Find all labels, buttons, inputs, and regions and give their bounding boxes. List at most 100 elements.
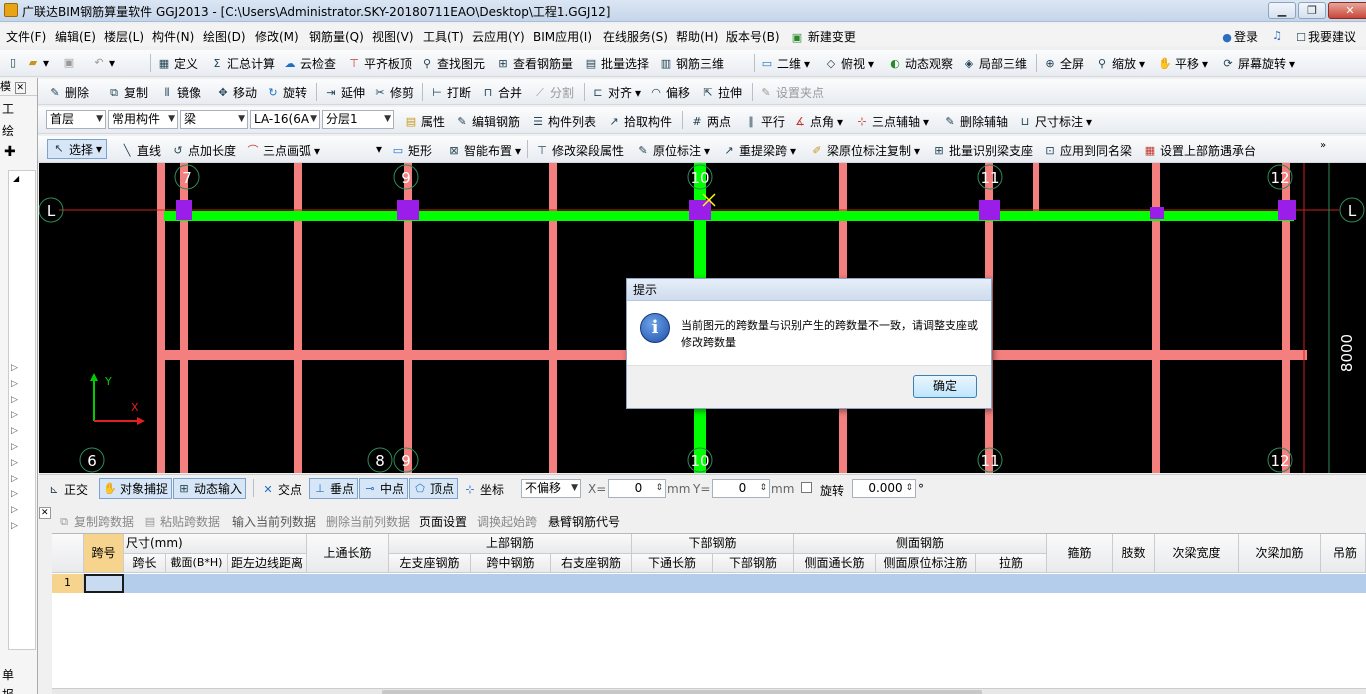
coord-toggle[interactable]: ⊹ 坐标 xyxy=(463,481,504,498)
selected-beam[interactable] xyxy=(164,211,1294,221)
dimension-dropdown[interactable]: ⊔ 尺寸标注 ▾ xyxy=(1018,113,1092,130)
column[interactable] xyxy=(176,200,192,220)
minimize-button[interactable]: ▁ xyxy=(1268,2,1296,19)
menu-file[interactable]: 文件(F) xyxy=(6,28,46,45)
rect-button[interactable]: ▭ 矩形 xyxy=(391,142,432,159)
menu-floor[interactable]: 楼层(L) xyxy=(104,28,144,45)
panel-tab-report[interactable]: 报 xyxy=(2,686,14,694)
split-button[interactable]: ⟋ 分割 xyxy=(533,84,574,101)
bell-icon[interactable]: ♫ xyxy=(1270,28,1284,43)
rebar-3d-button[interactable]: ▥ 钢筋三维 xyxy=(659,55,724,72)
col-top-through[interactable]: 上通长筋 xyxy=(307,534,389,573)
member-select[interactable]: LA-16(6A ▼ xyxy=(250,110,320,129)
expand-plus-icon[interactable]: ✚ xyxy=(4,144,16,160)
row-number[interactable]: 1 xyxy=(52,574,84,593)
rotate-button[interactable]: ↻ 旋转 xyxy=(266,84,307,101)
batch-identify-button[interactable]: ⊞ 批量识别梁支座 xyxy=(932,142,1033,159)
col-right-support[interactable]: 右支座钢筋 xyxy=(551,554,632,573)
col-stirrup[interactable]: 箍筋 xyxy=(1047,534,1113,573)
menu-bim[interactable]: BIM应用(I) xyxy=(533,28,592,45)
midpoint-toggle[interactable]: ⊸ 中点 xyxy=(359,478,409,499)
component-tree[interactable]: ◢ ▷ ▷ ▷ ▷ ▷ ▷ ▷ ▷ ▷ ▷ ▷ xyxy=(8,170,36,650)
cantilever-button[interactable]: 悬臂钢筋代号 xyxy=(548,513,620,530)
floor-select[interactable]: 首层 ▼ xyxy=(46,110,106,129)
x-coord-input[interactable]: 0 ⇕ xyxy=(608,479,666,498)
component-select[interactable]: 梁 ▼ xyxy=(180,110,248,129)
intersection-toggle[interactable]: ✕ 交点 xyxy=(261,481,302,498)
offset-button[interactable]: ◠ 偏移 xyxy=(649,84,690,101)
edit-rebar-button[interactable]: ✎ 编辑钢筋 xyxy=(455,113,520,130)
swap-start-button[interactable]: 调换起始跨 xyxy=(477,513,537,530)
open-icon[interactable]: ▰ ▾ xyxy=(26,56,49,70)
rotate-checkbox[interactable] xyxy=(801,482,812,493)
column[interactable] xyxy=(979,200,1000,220)
arc-dropdown[interactable]: ⌒ 三点画弧 ▾ xyxy=(246,142,321,159)
align-dropdown[interactable]: ⊏ 对齐 ▾ xyxy=(591,84,641,101)
sum-button[interactable]: Σ 汇总计算 xyxy=(210,55,276,72)
undo-icon[interactable]: ↶ ▾ xyxy=(92,56,115,70)
view-rebar-button[interactable]: ⊞ 查看钢筋量 xyxy=(496,55,573,72)
move-button[interactable]: ✥ 移动 xyxy=(216,84,257,101)
delete-button[interactable]: ✎ 删除 xyxy=(48,84,89,101)
active-cell[interactable] xyxy=(84,574,124,593)
arc-more-dropdown[interactable]: ▾ xyxy=(376,142,382,156)
properties-button[interactable]: ▤ 属性 xyxy=(404,113,445,130)
col-legs[interactable]: 肢数 xyxy=(1113,534,1155,573)
delete-axis-button[interactable]: ✎ 删除辅轴 xyxy=(943,113,1008,130)
define-button[interactable]: ▦ 定义 xyxy=(157,55,198,72)
column[interactable] xyxy=(1150,207,1164,219)
save-icon[interactable]: ▣ xyxy=(62,56,76,70)
point-angle-button[interactable]: ∡ 点角 ▾ xyxy=(793,113,843,130)
menu-version[interactable]: 版本号(B) xyxy=(726,28,780,45)
select-dropdown[interactable]: ↖ 选择 ▾ xyxy=(47,139,108,159)
component-list-button[interactable]: ☰ 构件列表 xyxy=(531,113,596,130)
col-tie[interactable]: 拉筋 xyxy=(976,554,1047,573)
tree-expand-icon[interactable]: ◢ xyxy=(13,174,19,183)
point-length-button[interactable]: ↺ 点加长度 xyxy=(171,142,236,159)
trim-button[interactable]: ✂ 修剪 xyxy=(373,84,414,101)
paste-span-button[interactable]: ▤ 粘贴跨数据 xyxy=(143,513,220,530)
pick-component-button[interactable]: ↗ 拾取构件 xyxy=(607,113,672,130)
stretch-button[interactable]: ⇱ 拉伸 xyxy=(701,84,742,101)
apply-same-button[interactable]: ⊡ 应用到同名梁 xyxy=(1043,142,1132,159)
column[interactable] xyxy=(689,200,711,220)
merge-button[interactable]: ⊓ 合并 xyxy=(481,84,522,101)
beam-v[interactable] xyxy=(1033,163,1039,211)
col-section[interactable]: 截面(B*H) xyxy=(166,554,228,573)
menu-view[interactable]: 视图(V) xyxy=(372,28,414,45)
zoom-dropdown[interactable]: ⚲ 缩放 ▾ xyxy=(1095,55,1145,72)
set-grip-button[interactable]: ✎ 设置夹点 xyxy=(759,84,824,101)
component-type-select[interactable]: 常用构件 ▼ xyxy=(108,110,178,129)
menu-cloud[interactable]: 云应用(Y) xyxy=(472,28,525,45)
break-button[interactable]: ⊢ 打断 xyxy=(430,84,471,101)
close-button[interactable]: ✕ xyxy=(1328,2,1366,19)
find-button[interactable]: ⚲ 查找图元 xyxy=(420,55,485,72)
y-coord-input[interactable]: 0 ⇕ xyxy=(712,479,770,498)
view-2d-dropdown[interactable]: ▭ 二维 ▾ xyxy=(760,55,810,72)
fullscreen-button[interactable]: ⊕ 全屏 xyxy=(1043,55,1084,72)
col-side-through[interactable]: 侧面通长筋 xyxy=(794,554,876,573)
column[interactable] xyxy=(397,200,419,220)
col-secondary-add[interactable]: 次梁加筋 xyxy=(1239,534,1321,573)
tree-items[interactable]: ▷ ▷ ▷ ▷ ▷ ▷ ▷ ▷ ▷ ▷ ▷ xyxy=(11,361,18,535)
pan-dropdown[interactable]: ✋ 平移 ▾ xyxy=(1158,55,1208,72)
col-edge-distance[interactable]: 距左边线距离 xyxy=(228,554,307,573)
panel-tab-single[interactable]: 单 xyxy=(2,666,14,683)
scroll-thumb[interactable] xyxy=(382,690,982,694)
col-side-original[interactable]: 侧面原位标注筋 xyxy=(876,554,976,573)
flush-top-button[interactable]: ⊤ 平齐板顶 xyxy=(347,55,412,72)
smart-layout-dropdown[interactable]: ⊠ 智能布置 ▾ xyxy=(447,142,521,159)
menu-modify[interactable]: 修改(M) xyxy=(255,28,299,45)
set-top-button[interactable]: ▦ 设置上部筋遇承台 xyxy=(1143,142,1256,159)
parallel-button[interactable]: ∥ 平行 xyxy=(744,113,785,130)
menu-draw[interactable]: 绘图(D) xyxy=(203,28,246,45)
edit-span-button[interactable]: ⊤ 修改梁段属性 xyxy=(535,142,624,159)
ok-button[interactable]: 确定 xyxy=(913,375,977,398)
two-points-button[interactable]: # 两点 xyxy=(690,113,731,130)
original-mark-dropdown[interactable]: ✎ 原位标注 ▾ xyxy=(636,142,710,159)
mirror-button[interactable]: ⫴ 镜像 xyxy=(160,84,201,101)
suggest-link[interactable]: ☐ 我要建议 xyxy=(1294,28,1356,45)
object-snap-toggle[interactable]: ✋ 对象捕捉 xyxy=(99,478,173,499)
restore-button[interactable]: ❐ xyxy=(1298,2,1326,19)
col-left-support[interactable]: 左支座钢筋 xyxy=(389,554,471,573)
